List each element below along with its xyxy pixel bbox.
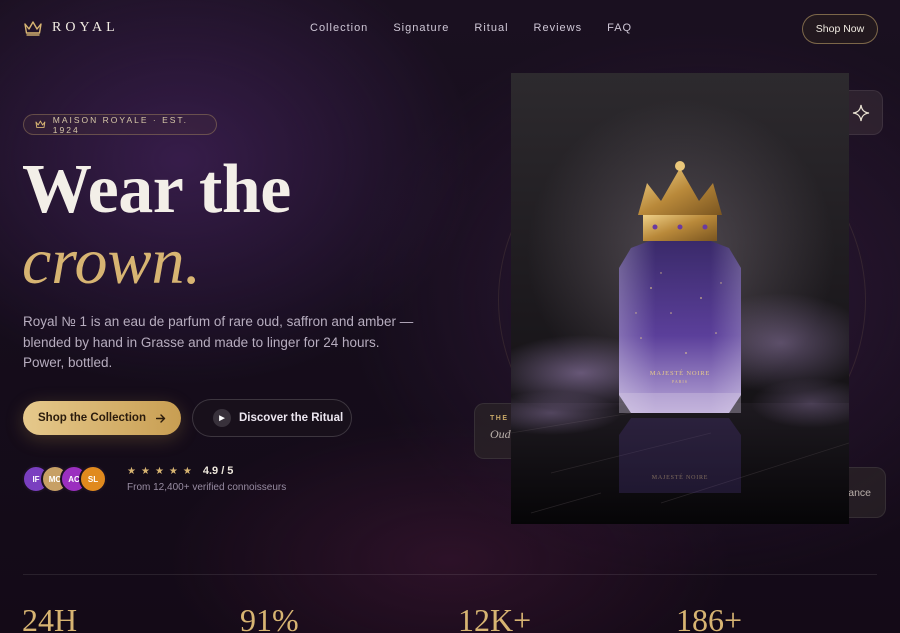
headline-line-2: crown.	[22, 225, 202, 298]
bottle-sublabel: PARIS	[672, 379, 688, 384]
star-rating: ★ ★ ★ ★ ★ 4.9 / 5	[127, 465, 286, 477]
rating-score: 4.9 / 5	[202, 465, 234, 477]
nav-link-ritual[interactable]: Ritual	[474, 22, 508, 34]
play-icon: ▶	[213, 409, 231, 427]
discover-ritual-label: Discover the Ritual	[239, 412, 344, 424]
sparkle-icon	[852, 104, 869, 121]
discover-ritual-button[interactable]: ▶ Discover the Ritual	[192, 399, 352, 437]
perfume-bottle-illustration: MAJESTÉ NOIRE PARIS MAJESTÉ NOIRE	[511, 161, 849, 524]
crown-icon	[35, 120, 46, 128]
reflection-label: MAJESTÉ NOIRE	[652, 473, 709, 481]
star-icon: ★	[127, 465, 136, 477]
nav-link-reviews[interactable]: Reviews	[534, 22, 583, 34]
nav-link-collection[interactable]: Collection	[310, 22, 368, 34]
shop-now-button[interactable]: Shop Now	[802, 14, 878, 44]
stat-longevity: 24H	[22, 602, 78, 633]
star-icon: ★	[182, 465, 192, 477]
shop-collection-button[interactable]: Shop the Collection	[23, 401, 181, 435]
shop-collection-label: Shop the Collection	[38, 412, 146, 424]
rating-block: ★ ★ ★ ★ ★ 4.9 / 5 From 12,400+ verified …	[127, 465, 286, 493]
brand-name: ROYAL	[52, 19, 119, 35]
avatar: SL	[79, 465, 107, 493]
badge-text: MAISON ROYALE · EST. 1924	[52, 114, 189, 135]
hero-description: Royal № 1 is an eau de parfum of rare ou…	[23, 314, 414, 370]
nav-link-faq[interactable]: FAQ	[607, 22, 632, 34]
headline-line-1: Wear the	[22, 151, 291, 228]
stat-stockists: 186+	[676, 602, 743, 633]
heritage-badge: MAISON ROYALE · EST. 1924	[23, 114, 217, 135]
star-icon: ★	[154, 465, 164, 477]
rating-subtext: From 12,400+ verified connoisseurs	[127, 482, 287, 493]
stats-divider	[23, 574, 877, 575]
nav-link-signature[interactable]: Signature	[393, 22, 449, 34]
nav-links: Collection Signature Ritual Reviews FAQ	[310, 22, 657, 34]
arrow-right-icon	[155, 413, 166, 423]
product-image: MAJESTÉ NOIRE PARIS MAJESTÉ NOIRE	[511, 73, 849, 524]
brand-logo[interactable]: ROYAL	[23, 19, 119, 36]
stat-customers: 12K+	[458, 602, 532, 633]
star-icon: ★	[140, 465, 150, 477]
crown-icon	[24, 21, 42, 36]
star-icon: ★	[168, 465, 178, 477]
customer-avatars: IF MC AC SL	[22, 465, 107, 493]
top-nav: ROYAL Collection Signature Ritual Review…	[0, 0, 900, 58]
stat-satisfaction: 91%	[240, 602, 299, 633]
bottle-label: MAJESTÉ NOIRE	[650, 369, 710, 377]
